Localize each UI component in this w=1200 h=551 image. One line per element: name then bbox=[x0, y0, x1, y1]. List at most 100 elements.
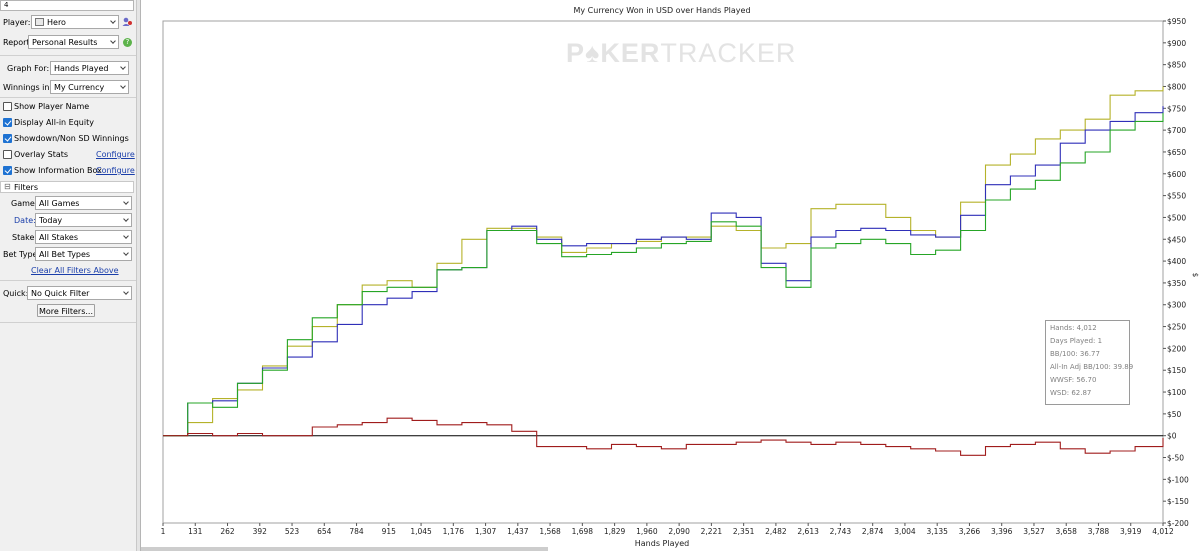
quick-filter-select[interactable]: No Quick Filter bbox=[27, 286, 132, 300]
y-tick-label: $950 bbox=[1167, 17, 1186, 26]
stake-select[interactable]: All Stakes bbox=[35, 230, 132, 244]
x-tick-label: 3,527 bbox=[1023, 527, 1045, 536]
player-row: Player: Hero bbox=[0, 15, 136, 31]
option-label: Display All-in Equity bbox=[14, 118, 94, 127]
quick-filter-row: Quick: No Quick Filter bbox=[0, 286, 136, 302]
x-tick-label: 1,437 bbox=[507, 527, 529, 536]
x-tick-label: 3,788 bbox=[1088, 527, 1110, 536]
chevron-down-icon bbox=[110, 18, 116, 24]
chevron-down-icon bbox=[123, 233, 129, 239]
y-tick-label: $100 bbox=[1167, 388, 1186, 397]
plot-area bbox=[162, 20, 1164, 524]
x-tick-label: 2,221 bbox=[701, 527, 723, 536]
checkbox[interactable] bbox=[3, 166, 12, 175]
y-tick-label: $900 bbox=[1167, 39, 1186, 48]
option-overlay-stats[interactable]: Overlay Stats Configure bbox=[0, 148, 136, 164]
date-label[interactable]: Date: bbox=[14, 216, 36, 225]
x-tick-label: 131 bbox=[188, 527, 203, 536]
overlay-stats-configure-link[interactable]: Configure bbox=[96, 150, 135, 159]
x-tick-label: 523 bbox=[285, 527, 300, 536]
chart-title: My Currency Won in USD over Hands Played bbox=[573, 6, 750, 15]
winnings-in-label: Winnings in: bbox=[3, 83, 53, 92]
panel-splitter[interactable] bbox=[137, 0, 141, 551]
x-tick-label: 1,568 bbox=[539, 527, 561, 536]
y-tick-label: $750 bbox=[1167, 104, 1186, 113]
checkbox[interactable] bbox=[3, 102, 12, 111]
player-icon bbox=[35, 18, 44, 26]
graph-for-select[interactable]: Hands Played bbox=[50, 61, 129, 75]
left-panel: 4 Player: Hero Report: Personal Results … bbox=[0, 0, 137, 551]
chevron-down-icon bbox=[110, 38, 116, 44]
date-select-value: Today bbox=[39, 216, 63, 225]
checkbox[interactable] bbox=[3, 150, 12, 159]
x-tick-label: 3,004 bbox=[894, 527, 916, 536]
filters-header[interactable]: ⊟ Filters bbox=[0, 181, 134, 193]
x-tick-label: 1,698 bbox=[572, 527, 594, 536]
x-tick-label: 3,658 bbox=[1055, 527, 1077, 536]
checkbox[interactable] bbox=[3, 134, 12, 143]
game-select-value: All Games bbox=[39, 199, 80, 208]
chevron-down-icon bbox=[123, 216, 129, 222]
report-row: Report: Personal Results ? bbox=[0, 35, 136, 51]
info-box-configure-link[interactable]: Configure bbox=[96, 166, 135, 175]
option-show-player-name[interactable]: Show Player Name bbox=[0, 100, 136, 116]
report-select[interactable]: Personal Results bbox=[28, 35, 119, 49]
clear-all-filters-link[interactable]: Clear All Filters Above bbox=[31, 266, 119, 275]
option-show-information-box[interactable]: Show Information Box Configure bbox=[0, 164, 136, 180]
checkbox[interactable] bbox=[3, 118, 12, 127]
x-tick-label: 2,874 bbox=[862, 527, 884, 536]
info-wsd: WSD: 62.87 bbox=[1050, 389, 1092, 397]
help-icon[interactable]: ? bbox=[123, 38, 132, 47]
y-tick-label: $250 bbox=[1167, 323, 1186, 332]
player-select[interactable]: Hero bbox=[31, 15, 119, 29]
info-hands: Hands: 4,012 bbox=[1050, 324, 1097, 332]
y-axis-label: $ bbox=[1191, 273, 1199, 277]
x-tick-label: 784 bbox=[349, 527, 364, 536]
x-tick-label: 2,351 bbox=[733, 527, 755, 536]
y-tick-label: $50 bbox=[1167, 410, 1182, 419]
stake-filter-row: Stake: All Stakes bbox=[0, 230, 136, 246]
option-display-allin-equity[interactable]: Display All-in Equity bbox=[0, 116, 136, 132]
y-tick-label: $-100 bbox=[1167, 475, 1189, 484]
x-axis-label: Hands Played bbox=[635, 539, 689, 548]
date-select[interactable]: Today bbox=[35, 213, 132, 227]
x-tick-label: 3,266 bbox=[959, 527, 981, 536]
graph-for-select-value: Hands Played bbox=[54, 64, 109, 73]
x-tick-label: 654 bbox=[317, 527, 332, 536]
y-tick-label: $850 bbox=[1167, 61, 1186, 70]
y-tick-label: $650 bbox=[1167, 148, 1186, 157]
y-tick-label: $-50 bbox=[1167, 454, 1184, 463]
stake-label: Stake: bbox=[12, 233, 38, 242]
chevron-down-icon bbox=[123, 199, 129, 205]
horizontal-scrollbar[interactable] bbox=[141, 547, 548, 551]
y-tick-label: $150 bbox=[1167, 366, 1186, 375]
y-axis: $950 $900 $850 $800 $750 $700 $650 $600 $550 $500… bbox=[1163, 17, 1189, 528]
info-bb100: BB/100: 36.77 bbox=[1050, 350, 1100, 358]
game-filter-row: Game: All Games bbox=[0, 196, 136, 212]
x-axis: 1 131 262 392 523 654 784 915 1,045 1,176 1,307 1,4… bbox=[161, 523, 1174, 536]
quick-filter-select-value: No Quick Filter bbox=[31, 289, 90, 298]
date-filter-row: Date: Today bbox=[0, 213, 136, 229]
x-tick-label: 1,176 bbox=[443, 527, 465, 536]
more-filters-button[interactable]: More Filters... bbox=[37, 304, 95, 317]
y-tick-label: $500 bbox=[1167, 213, 1186, 222]
y-tick-label: $400 bbox=[1167, 257, 1186, 266]
player-settings-icon[interactable] bbox=[122, 17, 132, 27]
y-tick-label: $-150 bbox=[1167, 497, 1189, 506]
game-select[interactable]: All Games bbox=[35, 196, 132, 210]
game-label: Game: bbox=[11, 199, 38, 208]
pokertracker-watermark: P♠KERTRACKER bbox=[566, 38, 796, 69]
info-allin-adj-bb100: All-In Adj BB/100: 39.89 bbox=[1050, 363, 1134, 371]
information-box[interactable]: Hands: 4,012 Days Played: 1 BB/100: 36.7… bbox=[1045, 320, 1134, 405]
option-showdown-winnings[interactable]: Showdown/Non SD Winnings bbox=[0, 132, 136, 148]
graph-for-row: Graph For: Hands Played bbox=[0, 61, 136, 77]
more-filters-label: More Filters... bbox=[39, 307, 93, 316]
collapse-icon[interactable]: ⊟ bbox=[4, 182, 11, 191]
bet-type-select[interactable]: All Bet Types bbox=[35, 247, 132, 261]
search-input[interactable]: 4 bbox=[0, 0, 134, 11]
x-tick-label: 1 bbox=[161, 527, 166, 536]
chart: My Currency Won in USD over Hands Played… bbox=[161, 6, 1199, 548]
bet-type-select-value: All Bet Types bbox=[39, 250, 91, 259]
winnings-in-select[interactable]: My Currency bbox=[50, 80, 129, 94]
chevron-down-icon bbox=[123, 289, 129, 295]
